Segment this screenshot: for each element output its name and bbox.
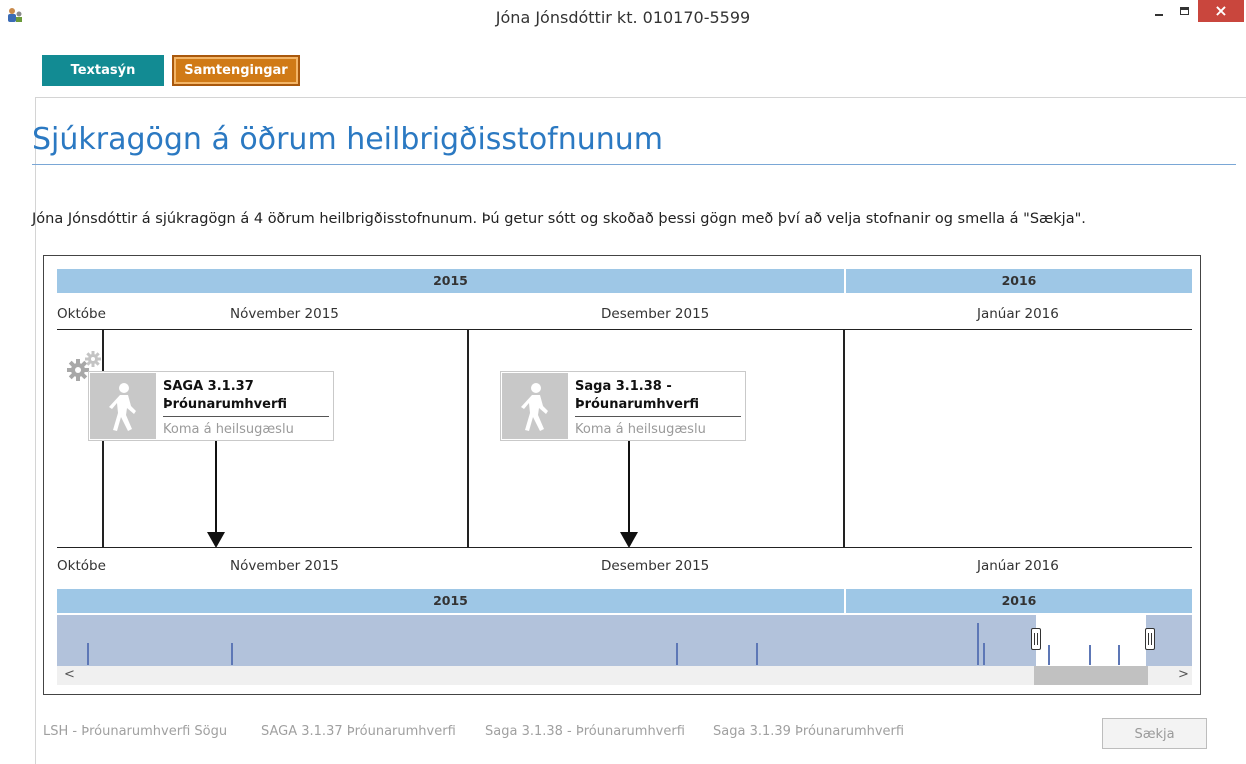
lower-axis-line [57,547,1192,548]
month-label-november: Nóvember 2015 [230,306,339,322]
range-handle-right[interactable] [1145,628,1155,650]
scroll-right-arrow[interactable]: > [1178,667,1189,682]
tab-textasyn[interactable]: Textasýn [42,55,164,86]
overview-visible-range[interactable] [1036,615,1146,666]
overview-event-marker [231,643,233,665]
minimize-button[interactable] [1149,2,1171,22]
year-band-2015: 2015 [57,589,844,613]
overview-event-marker [87,643,89,665]
horizontal-scrollbar[interactable] [57,666,1192,685]
event-title-line2: Þróunarumhverfi [575,397,700,412]
tab-samtengingar[interactable]: Samtengingar [172,55,300,86]
window-title: Jóna Jónsdóttir kt. 010170-5599 [495,8,751,27]
event-divider [163,416,329,417]
month-label-oktober: Októbe [57,558,106,574]
walking-person-icon [502,373,568,439]
close-button[interactable]: × [1198,0,1244,22]
page-title: Sjúkragögn á öðrum heilbrigðisstofnunum [32,122,664,157]
month-label-januar: Janúar 2016 [977,306,1059,322]
event-title-line1: SAGA 3.1.37 [163,379,254,394]
year-band-2016: 2016 [846,589,1192,613]
timeline-overview[interactable] [57,615,1192,666]
event-title-line2: Þróunarumhverfi [163,397,288,412]
month-label-januar: Janúar 2016 [977,558,1059,574]
event-pointer-line [628,441,630,534]
range-handle-left[interactable] [1031,628,1041,650]
overview-event-marker [756,643,758,665]
event-subtitle: Koma á heilsugæslu [575,422,706,437]
walking-person-icon [90,373,156,439]
event-title-line1: Saga 3.1.38 - [575,379,672,394]
event-divider [575,416,741,417]
year-band-2016: 2016 [846,269,1192,293]
overview-event-marker [676,643,678,665]
event-pointer-arrow [207,532,225,548]
source-saga-3137[interactable]: SAGA 3.1.37 Þróunarumhverfi [261,724,456,739]
overview-event-marker [1089,645,1091,665]
upper-axis-line [57,329,1192,330]
overview-event-marker [1118,645,1120,665]
event-card[interactable]: Saga 3.1.38 - Þróunarumhverfi Koma á hei… [500,371,746,441]
month-label-oktober: Októbe [57,306,106,322]
year-band-2015: 2015 [57,269,844,293]
month-label-desember: Desember 2015 [601,558,710,574]
maximize-button[interactable] [1174,2,1196,22]
source-lsh[interactable]: LSH - Þróunarumhverfi Sögu [43,724,227,739]
month-label-desember: Desember 2015 [601,306,710,322]
event-pointer-arrow [620,532,638,548]
month-separator [467,330,469,548]
scroll-left-arrow[interactable]: < [64,667,75,682]
overview-event-marker [983,643,985,665]
title-divider [32,164,1236,165]
source-saga-3139[interactable]: Saga 3.1.39 Þróunarumhverfi [713,724,904,739]
month-separator [843,330,845,548]
scrollbar-thumb[interactable] [1034,666,1148,685]
event-pointer-line [215,441,217,534]
source-saga-3138[interactable]: Saga 3.1.38 - Þróunarumhverfi [485,724,685,739]
event-subtitle: Koma á heilsugæslu [163,422,294,437]
overview-event-marker [1048,645,1050,665]
event-card[interactable]: SAGA 3.1.37 Þróunarumhverfi Koma á heils… [88,371,334,441]
overview-event-marker [977,623,979,665]
info-text: Jóna Jónsdóttir á sjúkragögn á 4 öðrum h… [32,211,1086,227]
month-label-november: Nóvember 2015 [230,558,339,574]
fetch-button[interactable]: Sækja [1102,718,1207,749]
